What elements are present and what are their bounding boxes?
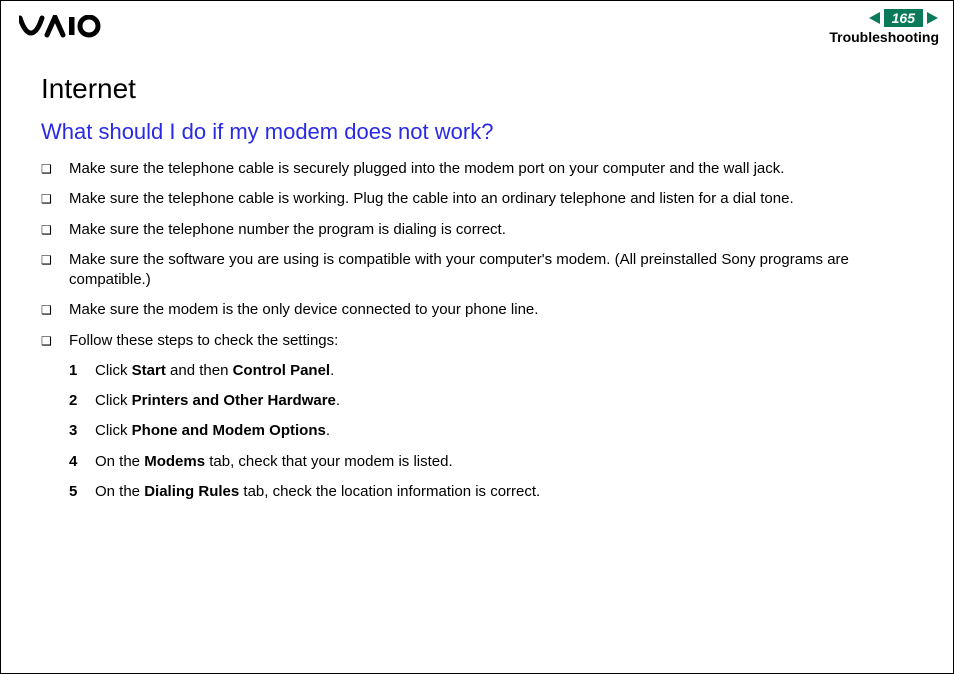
list-item: 5 On the Dialing Rules tab, check the lo… xyxy=(69,482,925,502)
bullet-text: Make sure the modem is the only device c… xyxy=(69,300,925,320)
list-item: 1 Click Start and then Control Panel. xyxy=(69,361,925,381)
bullet-text: Make sure the software you are using is … xyxy=(69,250,925,291)
bullet-text: Follow these steps to check the settings… xyxy=(69,331,925,351)
header-right: 165 Troubleshooting xyxy=(829,9,939,45)
list-item: 3 Click Phone and Modem Options. xyxy=(69,421,925,441)
bullet-icon: ❑ xyxy=(41,220,69,240)
numbered-list: 1 Click Start and then Control Panel. 2 … xyxy=(69,361,925,502)
bullet-icon: ❑ xyxy=(41,250,69,270)
list-item: ❑ Follow these steps to check the settin… xyxy=(41,331,925,351)
bullet-icon: ❑ xyxy=(41,300,69,320)
step-number: 3 xyxy=(69,421,95,441)
bullet-icon: ❑ xyxy=(41,159,69,179)
step-number: 1 xyxy=(69,361,95,381)
step-number: 5 xyxy=(69,482,95,502)
list-item: ❑ Make sure the telephone cable is secur… xyxy=(41,159,925,179)
bullet-text: Make sure the telephone number the progr… xyxy=(69,220,925,240)
list-item: 2 Click Printers and Other Hardware. xyxy=(69,391,925,411)
list-item: ❑ Make sure the software you are using i… xyxy=(41,250,925,291)
step-number: 4 xyxy=(69,452,95,472)
prev-page-arrow-icon[interactable] xyxy=(868,11,882,25)
step-text: Click Phone and Modem Options. xyxy=(95,421,925,441)
page-number: 165 xyxy=(884,9,923,27)
list-item: ❑ Make sure the telephone number the pro… xyxy=(41,220,925,240)
bullet-text: Make sure the telephone cable is securel… xyxy=(69,159,925,179)
step-text: Click Printers and Other Hardware. xyxy=(95,391,925,411)
list-item: ❑ Make sure the modem is the only device… xyxy=(41,300,925,320)
bullet-icon: ❑ xyxy=(41,189,69,209)
step-text: On the Dialing Rules tab, check the loca… xyxy=(95,482,925,502)
bullet-list: ❑ Make sure the telephone cable is secur… xyxy=(41,159,925,351)
page-header: 165 Troubleshooting xyxy=(1,1,953,45)
page-content: Internet What should I do if my modem do… xyxy=(1,45,953,502)
bullet-text: Make sure the telephone cable is working… xyxy=(69,189,925,209)
page-nav: 165 xyxy=(829,9,939,27)
bullet-icon: ❑ xyxy=(41,331,69,351)
step-text: On the Modems tab, check that your modem… xyxy=(95,452,925,472)
step-number: 2 xyxy=(69,391,95,411)
vaio-logo xyxy=(19,15,119,44)
list-item: ❑ Make sure the telephone cable is worki… xyxy=(41,189,925,209)
step-text: Click Start and then Control Panel. xyxy=(95,361,925,381)
page-title: Internet xyxy=(41,73,925,105)
section-label: Troubleshooting xyxy=(829,29,939,45)
list-item: 4 On the Modems tab, check that your mod… xyxy=(69,452,925,472)
subheading: What should I do if my modem does not wo… xyxy=(41,119,925,145)
next-page-arrow-icon[interactable] xyxy=(925,11,939,25)
